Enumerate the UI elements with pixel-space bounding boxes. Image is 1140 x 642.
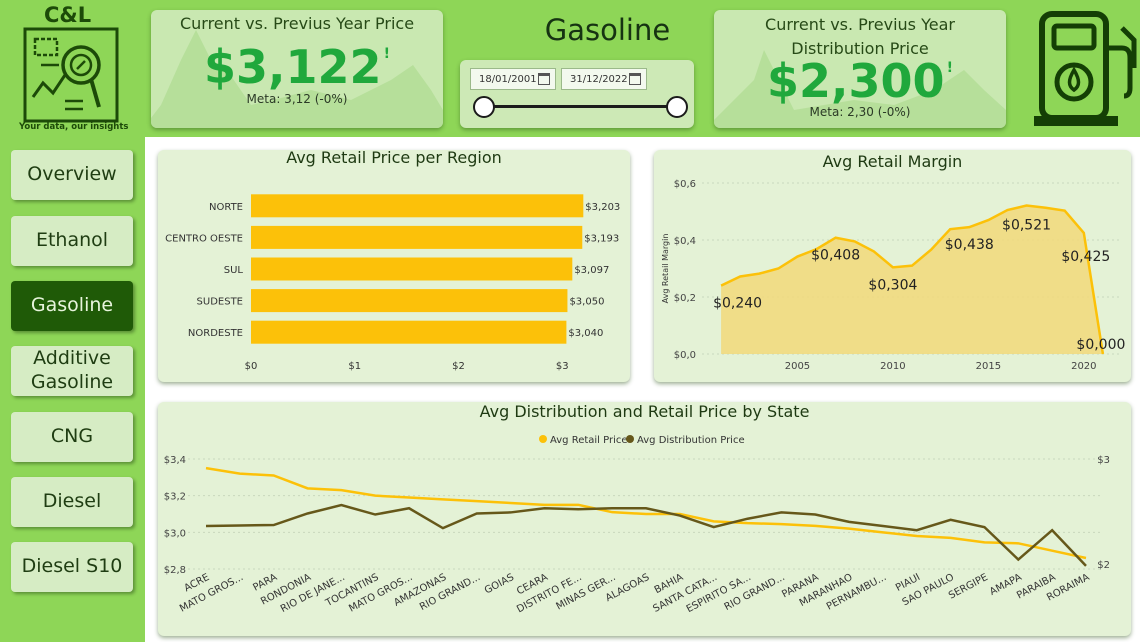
bar-value-label: $3,040	[568, 328, 603, 339]
point-label: $0,304	[868, 277, 917, 293]
date-slider-track[interactable]	[484, 105, 677, 108]
date-slider-start-handle[interactable]	[473, 96, 495, 118]
x-category-label: GOIAS	[483, 572, 516, 597]
x-tick-label: 2010	[880, 361, 905, 372]
x-tick-label: 2005	[785, 361, 810, 372]
retail-price-line	[205, 466, 1087, 560]
kpi-distribution-card: Current vs. Previus Year Distribution Pr…	[714, 10, 1006, 128]
kpi-distribution-indicator: !	[946, 60, 953, 76]
y-right-tick-label: $3	[1097, 455, 1110, 466]
date-start-input[interactable]: 18/01/2001	[470, 68, 556, 90]
y-tick-label: $0,0	[674, 350, 696, 361]
logo: C&L Your data, our insights	[16, 2, 129, 134]
retail-margin-chart: Avg Retail Margin $0,0 $0,2 $0,4 $0,6 2005 20…	[654, 150, 1131, 382]
nav-gasoline[interactable]: Gasoline	[11, 281, 133, 331]
nav-diesel[interactable]: Diesel	[11, 477, 133, 527]
bar	[251, 257, 573, 281]
bar-category-label: SUL	[224, 265, 244, 276]
kpi-price-title: Current vs. Previus Year Price	[179, 14, 415, 33]
y-left-tick-label: $3,4	[164, 455, 186, 466]
logo-brand: C&L	[44, 3, 92, 27]
bar-category-label: CENTRO OESTE	[165, 233, 243, 244]
x-tick-label: 2015	[976, 361, 1001, 372]
y-left-tick-label: $2,8	[164, 565, 186, 576]
kpi-distribution-value: $2,300!	[767, 54, 953, 108]
state-line-svg: $2,8 $3,0 $3,2 $3,4 $2 $3 Avg Retail Price Avg …	[164, 435, 1110, 615]
date-slider-end-handle[interactable]	[666, 96, 688, 118]
state-price-chart: Avg Distribution and Retail Price by Sta…	[158, 402, 1131, 636]
y-axis-label: Avg Retail Margin	[661, 234, 670, 304]
bar	[251, 194, 584, 218]
x-tick-label: 2020	[1071, 361, 1096, 372]
bar-category-label: NORTE	[209, 202, 243, 213]
bar	[251, 289, 568, 313]
logo-insights-icon	[23, 27, 119, 123]
bar-value-label: $3,097	[574, 265, 609, 276]
legend-marker	[626, 435, 634, 443]
bar	[251, 225, 583, 249]
bar-category-label: NORDESTE	[188, 328, 243, 339]
y-right-tick-label: $2	[1097, 560, 1110, 571]
bar-category-label: SUDESTE	[197, 297, 243, 308]
y-tick-label: $0,6	[674, 179, 696, 190]
x-tick-label: $3	[556, 361, 569, 372]
point-label: $0,408	[811, 248, 860, 264]
x-tick-label: $1	[348, 361, 361, 372]
date-range-filter: 18/01/2001 31/12/2022	[460, 60, 694, 128]
y-tick-label: $0,4	[674, 236, 696, 247]
logo-tagline: Your data, our insights	[19, 122, 129, 132]
kpi-price-value: $3,122!	[204, 40, 390, 94]
kpi-distribution-meta: Meta: 2,30 (-0%)	[809, 105, 911, 119]
kpi-price-meta: Meta: 3,12 (-0%)	[246, 92, 348, 106]
point-label: $0,438	[945, 237, 994, 253]
bar-value-label: $3,203	[585, 202, 620, 213]
y-left-tick-label: $3,0	[164, 528, 186, 539]
nav-overview[interactable]: Overview	[11, 150, 133, 200]
x-tick-label: $2	[452, 361, 465, 372]
x-tick-label: $0	[245, 361, 258, 372]
nav-ethanol[interactable]: Ethanol	[11, 216, 133, 266]
bar-value-label: $3,193	[584, 233, 619, 244]
margin-area-svg: $0,0 $0,2 $0,4 $0,6 2005 2010 2015 2020 Avg Reta…	[661, 179, 1125, 372]
nav-cng[interactable]: CNG	[11, 412, 133, 462]
point-label: $0,521	[1002, 218, 1051, 234]
legend-marker	[539, 435, 547, 443]
kpi-price-card: Current vs. Previus Year Price $3,122! M…	[151, 10, 443, 128]
kpi-price-indicator: !	[383, 46, 390, 62]
page-title: Gasoline	[544, 13, 671, 47]
calendar-icon	[538, 73, 550, 85]
legend-label: Avg Distribution Price	[637, 435, 745, 446]
point-label: $0,000	[1076, 337, 1125, 353]
region-bar-svg: NORTE $3,203 CENTRO OESTE $3,193 SUL $3,097 SU…	[165, 194, 620, 372]
nav-diesel-s10[interactable]: Diesel S10	[11, 542, 133, 592]
bar	[251, 320, 567, 344]
point-label: $0,240	[713, 296, 762, 312]
point-label: $0,425	[1061, 249, 1110, 265]
nav-additive-gasoline[interactable]: Additive Gasoline	[11, 346, 133, 396]
calendar-icon	[629, 73, 641, 85]
x-category-label: SERGIPE	[947, 572, 990, 602]
date-end-input[interactable]: 31/12/2022	[561, 68, 647, 90]
region-price-chart: Avg Retail Price per Region NORTE $3,203 C…	[158, 150, 630, 382]
y-left-tick-label: $3,2	[164, 492, 186, 503]
bar-value-label: $3,050	[569, 297, 604, 308]
legend-label: Avg Retail Price	[550, 435, 628, 446]
fuel-pump-icon	[1034, 11, 1137, 126]
y-tick-label: $0,2	[674, 293, 696, 304]
